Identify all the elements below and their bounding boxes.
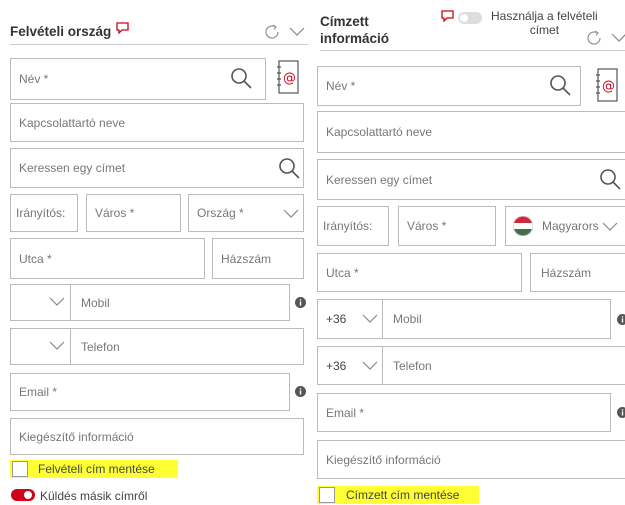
save-recipient-checkbox[interactable] xyxy=(319,487,335,503)
mobile-field[interactable]: +36 Mobil xyxy=(317,299,611,339)
mobile-prefix-select[interactable] xyxy=(11,285,71,320)
comment-icon[interactable] xyxy=(116,22,129,34)
phone-field[interactable]: +36 Telefon xyxy=(317,346,625,385)
house-number-field[interactable]: Házszám xyxy=(530,253,625,292)
info-icon[interactable] xyxy=(295,386,306,397)
email-field[interactable]: Email * xyxy=(317,393,611,432)
name-field[interactable]: Név * xyxy=(10,58,266,100)
street-field[interactable]: Utca * xyxy=(317,253,522,292)
chevron-down-icon xyxy=(283,209,299,219)
save-recipient-label: Címzett cím mentése xyxy=(346,488,460,502)
mobile-field[interactable]: Mobil xyxy=(10,284,290,321)
contact-name-field[interactable]: Kapcsolattartó neve xyxy=(317,111,625,153)
contact-book-icon[interactable]: @ xyxy=(595,68,619,102)
city-field[interactable]: Város * xyxy=(86,194,181,232)
search-icon[interactable] xyxy=(229,66,253,90)
city-field[interactable]: Város * xyxy=(398,206,496,246)
chevron-down-icon xyxy=(602,222,618,232)
refresh-icon[interactable] xyxy=(263,23,281,41)
search-icon[interactable] xyxy=(277,156,301,180)
zip-field[interactable]: Irányítós: xyxy=(10,194,78,232)
use-pickup-toggle[interactable] xyxy=(458,12,482,24)
country-select[interactable]: Magyarors xyxy=(505,206,625,246)
house-number-field[interactable]: Házszám xyxy=(212,238,304,279)
save-pickup-label: Felvételi cím mentése xyxy=(38,462,155,476)
street-field[interactable]: Utca * xyxy=(10,238,205,279)
info-icon[interactable] xyxy=(617,407,625,418)
extra-info-field[interactable]: Kiegészítő információ xyxy=(317,440,625,479)
send-other-toggle[interactable] xyxy=(11,489,35,501)
recipient-title: Címzett információ xyxy=(320,14,390,46)
divider xyxy=(320,50,625,51)
contact-book-icon[interactable]: @ xyxy=(276,60,300,94)
pickup-panel: Felvételi ország Név * @ Kapcsolattartó … xyxy=(0,0,310,505)
chevron-down-icon xyxy=(49,341,65,351)
chevron-down-icon xyxy=(362,361,378,371)
phone-prefix-select[interactable]: +36 xyxy=(318,347,383,384)
search-icon[interactable] xyxy=(548,73,572,97)
chevron-down-icon xyxy=(362,314,378,324)
refresh-icon[interactable] xyxy=(585,29,603,47)
phone-prefix-select[interactable] xyxy=(11,329,71,364)
extra-info-field[interactable]: Kiegészítő információ xyxy=(10,418,304,455)
mobile-prefix-select[interactable]: +36 xyxy=(318,300,383,338)
contact-name-field[interactable]: Kapcsolattartó neve xyxy=(10,103,304,142)
address-search-field[interactable]: Keressen egy címet xyxy=(10,148,304,188)
search-icon[interactable] xyxy=(598,167,622,191)
name-field[interactable]: Név * xyxy=(317,66,581,106)
send-other-label: Küldés másik címről xyxy=(40,489,148,503)
comment-icon[interactable] xyxy=(441,10,454,22)
email-field[interactable]: Email * xyxy=(10,373,290,411)
info-icon[interactable] xyxy=(295,297,306,308)
country-select[interactable]: Ország * xyxy=(188,194,304,232)
save-pickup-checkbox[interactable] xyxy=(12,461,28,477)
svg-text:@: @ xyxy=(283,71,296,86)
pickup-title: Felvételi ország xyxy=(10,24,112,39)
zip-field[interactable]: Irányítós: xyxy=(317,206,389,246)
recipient-panel: Címzett információ Használja a felvételi… xyxy=(315,0,625,505)
chevron-down-icon[interactable] xyxy=(289,27,305,37)
use-pickup-label: Használja a felvételi címet xyxy=(491,9,598,37)
chevron-down-icon xyxy=(49,297,65,307)
info-icon[interactable] xyxy=(617,314,625,325)
chevron-down-icon[interactable] xyxy=(611,33,625,43)
phone-field[interactable]: Telefon xyxy=(10,328,304,365)
address-search-field[interactable]: Keressen egy címet xyxy=(317,159,625,200)
hungary-flag-icon xyxy=(513,216,533,236)
svg-text:@: @ xyxy=(602,79,615,94)
divider xyxy=(10,44,308,45)
